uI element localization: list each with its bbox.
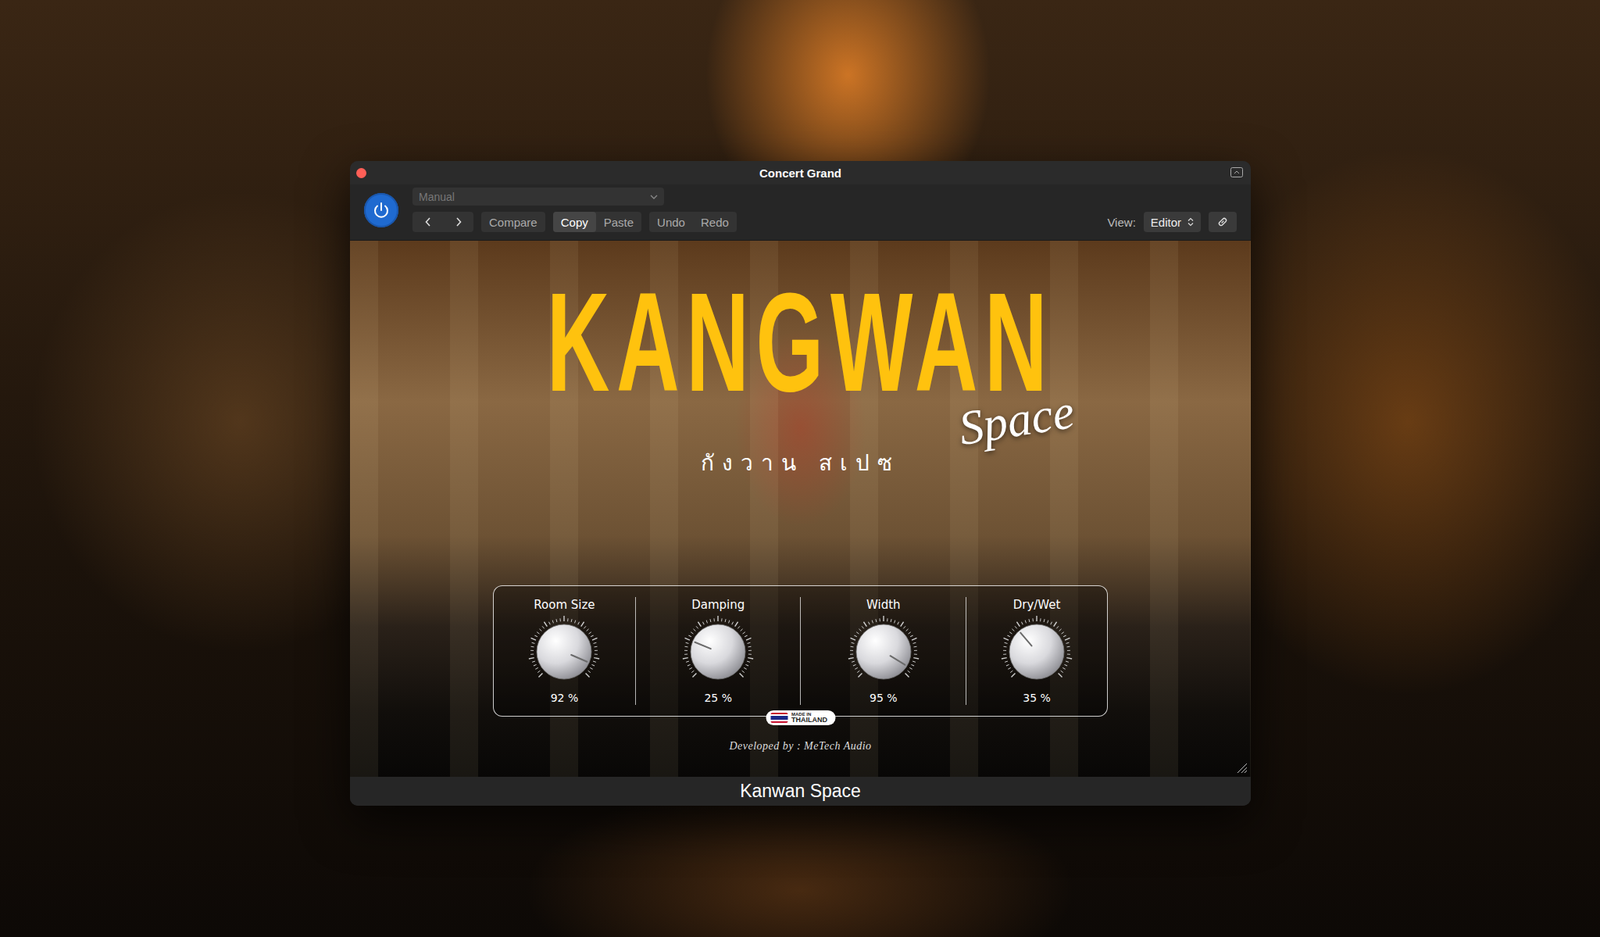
- toolbar-button[interactable]: Undo: [649, 211, 693, 233]
- knob[interactable]: [525, 612, 604, 691]
- power-icon: [371, 200, 391, 220]
- link-button[interactable]: [1208, 211, 1237, 233]
- knob-panel: Room Size 92 %Damping 25 %Width 95 %Dry/…: [492, 585, 1108, 717]
- knob-label: Width: [866, 596, 901, 613]
- thai-flag-icon: [770, 712, 788, 723]
- toolbar: Manual Compare CopyPaste UndoRedo View: Ed…: [350, 184, 1251, 241]
- plugin-name-footer: Kanwan Space: [350, 776, 1251, 806]
- preset-dropdown[interactable]: Manual: [412, 187, 665, 206]
- chevron-right-icon: [455, 217, 462, 227]
- knob-value: 25 %: [703, 690, 733, 705]
- knob-label: Dry/Wet: [1013, 596, 1061, 613]
- toolbar-button[interactable]: Compare: [481, 211, 546, 233]
- button-group: CopyPaste: [553, 211, 642, 233]
- thai-title: กังวาน สเปซ: [700, 447, 900, 479]
- chevron-left-icon: [425, 217, 432, 227]
- toolbar-button[interactable]: Redo: [692, 211, 737, 233]
- updown-chevron-icon: [1187, 217, 1194, 227]
- plugin-window[interactable]: Concert Grand Manual Compare CopyPaste Und…: [350, 160, 1251, 806]
- toolbar-button[interactable]: Copy: [553, 211, 597, 233]
- window-mode-icon[interactable]: [1230, 167, 1243, 178]
- nav-group: [412, 211, 474, 233]
- developer-credit: Developed by : MeTech Audio: [728, 739, 872, 753]
- button-group: UndoRedo: [649, 211, 737, 233]
- title-bar[interactable]: Concert Grand: [350, 160, 1251, 185]
- close-button[interactable]: [356, 167, 367, 179]
- brand-logo: KANGWAN Space: [350, 279, 1251, 405]
- knob-label: Room Size: [533, 596, 595, 613]
- knob[interactable]: [678, 612, 758, 691]
- knob-value: 35 %: [1022, 690, 1051, 705]
- desktop-background: Concert Grand Manual Compare CopyPaste Und…: [0, 0, 1600, 937]
- knob-section: Width 95 %: [800, 596, 966, 705]
- window-title: Concert Grand: [759, 166, 842, 180]
- knob-value: 95 %: [869, 690, 898, 705]
- plugin-gui: KANGWAN Space กังวาน สเปซ Room Size 92 %…: [350, 240, 1251, 777]
- link-icon: [1216, 215, 1229, 229]
- knob-section: Damping 25 %: [635, 596, 801, 705]
- made-in-thailand-badge: MADE IN THAILAND: [765, 710, 836, 725]
- knob-section: Dry/Wet 35 %: [965, 596, 1108, 705]
- knob-label: Damping: [691, 596, 745, 613]
- view-dropdown[interactable]: Editor: [1143, 211, 1201, 233]
- previous-button[interactable]: [412, 211, 443, 233]
- resize-grip-icon[interactable]: [1235, 760, 1248, 774]
- power-button[interactable]: [364, 192, 399, 228]
- knob-value: 92 %: [550, 690, 579, 705]
- button-group: Compare: [481, 211, 546, 233]
- brand-title: KANGWAN: [521, 279, 1080, 405]
- view-label: View:: [1107, 215, 1136, 229]
- next-button[interactable]: [442, 211, 474, 233]
- knob-section: Room Size 92 %: [493, 596, 636, 705]
- knob[interactable]: [844, 612, 923, 691]
- toolbar-button[interactable]: Paste: [596, 211, 642, 233]
- chevron-down-icon: [650, 194, 658, 200]
- knob[interactable]: [997, 612, 1076, 691]
- preset-value: Manual: [418, 190, 455, 204]
